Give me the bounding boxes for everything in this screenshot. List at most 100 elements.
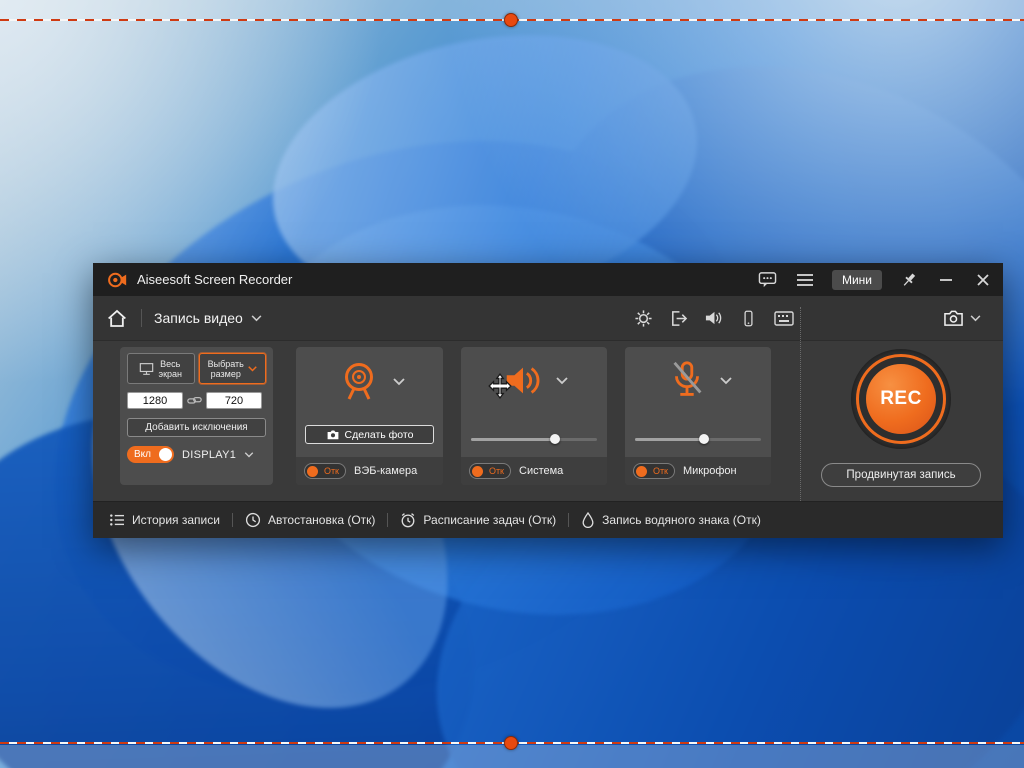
full-screen-button[interactable]: Весь экран <box>127 353 195 384</box>
main-area: Весь экран Выбрать размер 1280 720 Добав… <box>93 307 1003 511</box>
system-toggle-label: Отк <box>488 466 504 476</box>
autostop-item[interactable]: Автостановка (Отк) <box>245 512 375 528</box>
take-photo-button[interactable]: Сделать фото <box>305 425 434 444</box>
mic-toggle-label: Отк <box>652 466 668 476</box>
mic-footer: Отк Микрофон <box>625 457 771 485</box>
pin-icon[interactable] <box>899 270 919 290</box>
titlebar[interactable]: Aiseesoft Screen Recorder Мини <box>93 263 1003 296</box>
record-history-label: История записи <box>132 513 220 527</box>
output-export-icon[interactable] <box>669 308 689 328</box>
menu-hamburger-icon[interactable] <box>795 270 815 290</box>
selection-handle-top[interactable] <box>504 13 518 27</box>
toolbar: Запись видео <box>93 296 1003 341</box>
webcam-panel: Сделать фото Отк ВЭБ-камера <box>296 347 443 485</box>
selection-handle-bottom[interactable] <box>504 736 518 750</box>
window-title: Aiseesoft Screen Recorder <box>137 272 293 287</box>
record-mode-label: Запись видео <box>154 310 243 326</box>
display-select[interactable]: DISPLAY1 <box>182 449 236 461</box>
webcam-label: ВЭБ-камера <box>354 465 418 477</box>
schedule-alarm-icon <box>401 513 415 528</box>
keyboard-icon[interactable] <box>774 308 794 328</box>
toggle-knob <box>472 466 483 477</box>
system-toggle-off[interactable]: Отк <box>469 463 511 479</box>
history-list-icon <box>110 514 124 526</box>
toggle-on-label: Вкл <box>134 449 151 460</box>
slider-track[interactable] <box>635 438 761 441</box>
aspect-link-icon <box>187 396 202 404</box>
bottombar: История записи Автостановка (Отк) Распис <box>93 501 1003 538</box>
selection-border-top[interactable] <box>0 13 1024 27</box>
record-history-item[interactable]: История записи <box>109 513 220 527</box>
mini-mode-button[interactable]: Мини <box>831 269 882 290</box>
toggle-knob <box>636 466 647 477</box>
autostop-clock-icon <box>245 512 261 528</box>
custom-size-button[interactable]: Выбрать размер <box>198 353 266 384</box>
desktop-wallpaper: Aiseesoft Screen Recorder Мини Запись ви… <box>0 0 1024 768</box>
chevron-down-icon[interactable] <box>392 378 405 386</box>
close-icon[interactable] <box>973 270 993 290</box>
slider-track[interactable] <box>471 438 597 441</box>
microphone-muted-icon[interactable] <box>664 359 710 403</box>
task-schedule-label: Расписание задач (Отк) <box>423 513 557 527</box>
rec-label: REC <box>866 364 936 434</box>
photo-camera-icon <box>327 430 338 439</box>
app-window: Aiseesoft Screen Recorder Мини Запись ви… <box>93 263 1003 538</box>
system-footer: Отк Система <box>461 457 607 485</box>
system-volume-slider[interactable] <box>471 433 597 445</box>
monitor-icon <box>140 362 154 375</box>
minimize-icon[interactable] <box>936 270 956 290</box>
home-icon[interactable] <box>107 308 127 328</box>
full-screen-label-line2: экран <box>158 368 182 379</box>
watermark-label: Запись водяного знака (Отк) <box>602 513 761 527</box>
width-input[interactable] <box>127 392 183 409</box>
display-toggle-on[interactable]: Вкл <box>127 446 174 463</box>
record-mode-selector[interactable]: Запись видео <box>154 310 262 326</box>
mic-label: Микрофон <box>683 465 737 477</box>
move-cursor-icon <box>488 373 512 399</box>
slider-fill <box>635 438 705 441</box>
selection-border-bottom[interactable] <box>0 736 1024 750</box>
take-photo-label: Сделать фото <box>344 428 414 441</box>
webcam-toggle-off[interactable]: Отк <box>304 463 346 479</box>
rec-ring: REC <box>856 354 946 444</box>
microphone-panel: Отк Микрофон <box>625 347 771 485</box>
chevron-down-icon[interactable] <box>720 377 732 385</box>
toggle-knob <box>307 466 318 477</box>
webcam-footer: Отк ВЭБ-камера <box>296 457 443 485</box>
advanced-record-button[interactable]: Продвинутая запись <box>821 463 981 487</box>
watermark-drop-icon <box>582 512 594 528</box>
custom-size-label-line1: Выбрать <box>207 358 244 369</box>
screenshot-camera-icon <box>944 310 963 326</box>
slider-knob[interactable] <box>699 434 710 444</box>
separator <box>568 513 570 527</box>
system-label: Система <box>519 465 564 477</box>
add-exclusions-button[interactable]: Добавить исключения <box>127 418 266 437</box>
app-logo-icon <box>107 270 127 290</box>
height-input[interactable] <box>206 392 262 409</box>
display-panel: Весь экран Выбрать размер 1280 720 Добав… <box>120 347 273 485</box>
system-sound-panel: Отк Система <box>461 347 607 485</box>
screenshot-tool[interactable] <box>943 309 981 328</box>
rec-button[interactable]: REC <box>851 349 951 449</box>
feedback-chat-icon[interactable] <box>758 270 778 290</box>
task-schedule-item[interactable]: Расписание задач (Отк) <box>400 512 556 528</box>
settings-gear-icon[interactable] <box>634 308 654 328</box>
webcam-toggle-label: Отк <box>323 466 339 476</box>
webcam-icon[interactable] <box>335 359 383 405</box>
watermark-item[interactable]: Запись водяного знака (Отк) <box>581 512 761 528</box>
slider-knob[interactable] <box>550 434 561 444</box>
rec-zone: REC Продвинутая запись <box>801 341 1003 503</box>
full-screen-label-line1: Весь <box>160 358 181 369</box>
mic-toggle-off[interactable]: Отк <box>633 463 675 479</box>
mic-volume-slider[interactable] <box>635 433 761 445</box>
sound-speaker-icon[interactable] <box>704 308 724 328</box>
chevron-down-icon <box>970 314 981 321</box>
custom-size-label-line2: размер <box>210 368 241 379</box>
chevron-down-icon[interactable] <box>244 451 254 458</box>
chevron-down-icon[interactable] <box>556 377 568 385</box>
separator <box>231 513 233 527</box>
phone-icon[interactable] <box>739 308 759 328</box>
slider-fill <box>471 438 556 441</box>
chevron-down-icon <box>248 365 257 372</box>
chevron-down-icon <box>251 314 262 321</box>
